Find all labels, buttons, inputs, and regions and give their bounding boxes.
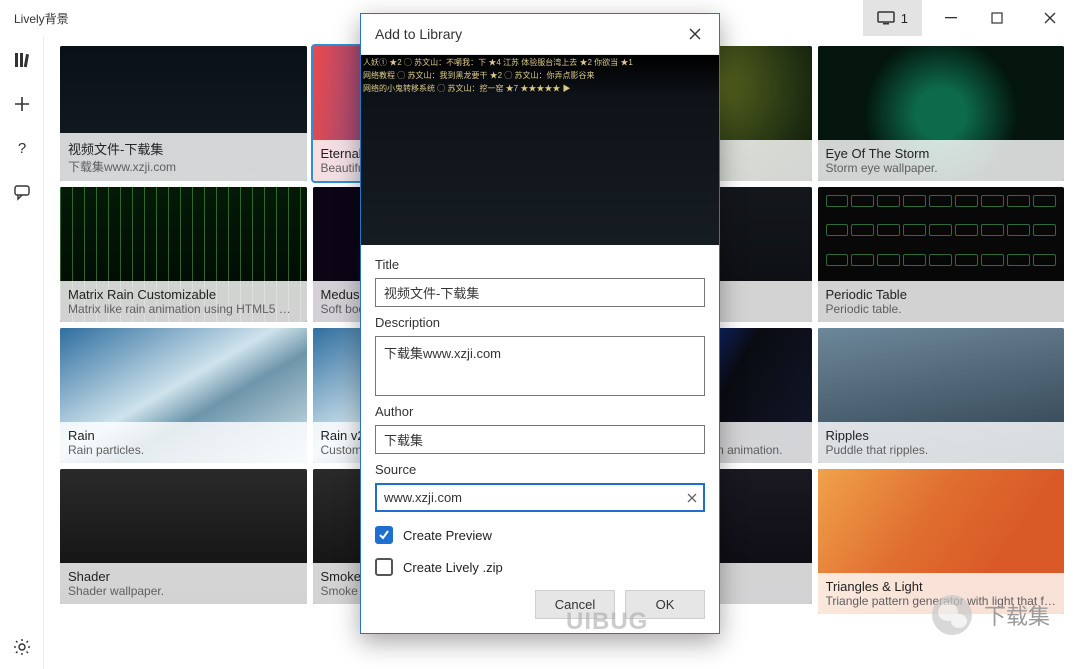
create-zip-checkbox[interactable]: Create Lively .zip	[375, 558, 705, 576]
dialog-body: Title Description Author Source Create P…	[361, 245, 719, 590]
gear-icon	[13, 638, 31, 656]
wallpaper-card[interactable]: ShaderShader wallpaper.	[60, 469, 307, 604]
sidebar-add[interactable]	[0, 82, 44, 126]
wallpaper-overlay: RipplesPuddle that ripples.	[818, 422, 1065, 463]
title-label: Title	[375, 257, 705, 272]
source-field[interactable]	[375, 483, 705, 512]
monitor-indicator[interactable]: 1	[863, 0, 922, 36]
description-label: Description	[375, 315, 705, 330]
wallpaper-overlay: Periodic TablePeriodic table.	[818, 281, 1065, 322]
close-icon	[689, 28, 701, 40]
wallpaper-card[interactable]: RainRain particles.	[60, 328, 307, 463]
wechat-icon	[932, 595, 972, 635]
sidebar-library[interactable]	[0, 38, 44, 82]
library-icon	[13, 51, 31, 69]
minimize-button[interactable]	[928, 0, 974, 36]
sidebar-settings[interactable]	[0, 625, 44, 669]
close-window-button[interactable]	[1020, 0, 1080, 36]
checkbox-icon	[375, 558, 393, 576]
sidebar: ?	[0, 36, 44, 669]
wallpaper-overlay: RainRain particles.	[60, 422, 307, 463]
title-field[interactable]	[375, 278, 705, 307]
wallpaper-title: Ripples	[826, 428, 1057, 443]
dialog-close-button[interactable]	[685, 24, 705, 44]
wallpaper-card[interactable]: Eye Of The StormStorm eye wallpaper.	[818, 46, 1065, 181]
monitor-icon	[877, 11, 895, 25]
wallpaper-title: Matrix Rain Customizable	[68, 287, 299, 302]
dialog-preview: 人妖① ★2 ◯ 苏文山：不嚼我：下 ★4 江苏 体验服台湾上去 ★2 你欲当 …	[361, 55, 719, 245]
wallpaper-card[interactable]: Matrix Rain CustomizableMatrix like rain…	[60, 187, 307, 322]
watermark-brand-label: 下载集	[984, 599, 1050, 631]
wallpaper-card[interactable]: Triangles & LightTriangle pattern genera…	[818, 469, 1065, 614]
wallpaper-subtitle: Matrix like rain animation using HTML5 C…	[68, 302, 299, 316]
plus-icon	[13, 95, 31, 113]
wallpaper-card[interactable]: 视频文件-下载集下载集www.xzji.com	[60, 46, 307, 181]
dialog-header: Add to Library	[361, 14, 719, 55]
help-icon: ?	[13, 139, 31, 157]
author-label: Author	[375, 404, 705, 419]
create-preview-label: Create Preview	[403, 528, 492, 543]
wallpaper-overlay: 视频文件-下载集下载集www.xzji.com	[60, 133, 307, 181]
watermark-debug: UIBUG	[566, 608, 648, 636]
wallpaper-subtitle: Rain particles.	[68, 443, 299, 457]
checkbox-icon	[375, 526, 393, 544]
wallpaper-title: Periodic Table	[826, 287, 1057, 302]
create-zip-label: Create Lively .zip	[403, 560, 503, 575]
dialog-footer: Cancel OK	[361, 590, 719, 633]
description-field[interactable]	[375, 336, 705, 396]
add-to-library-dialog: Add to Library 人妖① ★2 ◯ 苏文山：不嚼我：下 ★4 江苏 …	[360, 13, 720, 634]
wallpaper-title: Shader	[68, 569, 299, 584]
minimize-icon	[945, 12, 957, 24]
wallpaper-title: Triangles & Light	[826, 579, 1057, 594]
wallpaper-card[interactable]: RipplesPuddle that ripples.	[818, 328, 1065, 463]
wallpaper-card[interactable]: Periodic TablePeriodic table.	[818, 187, 1065, 322]
close-icon	[1044, 12, 1056, 24]
wallpaper-title: 视频文件-下载集	[68, 139, 299, 158]
create-preview-checkbox[interactable]: Create Preview	[375, 526, 705, 544]
wallpaper-overlay: ShaderShader wallpaper.	[60, 563, 307, 604]
dialog-title: Add to Library	[375, 26, 462, 42]
maximize-button[interactable]	[974, 0, 1020, 36]
maximize-icon	[991, 12, 1003, 24]
source-label: Source	[375, 462, 705, 477]
wallpaper-subtitle: Periodic table.	[826, 302, 1057, 316]
wallpaper-subtitle: Shader wallpaper.	[68, 584, 299, 598]
wallpaper-overlay: Matrix Rain CustomizableMatrix like rain…	[60, 281, 307, 322]
close-icon	[687, 493, 697, 503]
chat-icon	[13, 183, 31, 201]
svg-text:?: ?	[17, 140, 25, 157]
wallpaper-subtitle: Storm eye wallpaper.	[826, 161, 1057, 175]
wallpaper-overlay: Eye Of The StormStorm eye wallpaper.	[818, 140, 1065, 181]
watermark-brand: 下载集	[932, 595, 1050, 635]
wallpaper-subtitle: 下载集www.xzji.com	[68, 158, 299, 175]
sidebar-help[interactable]: ?	[0, 126, 44, 170]
clear-source-button[interactable]	[687, 493, 697, 503]
monitor-count: 1	[901, 11, 908, 26]
sidebar-feedback[interactable]	[0, 170, 44, 214]
checkmark-icon	[378, 529, 390, 541]
wallpaper-title: Eye Of The Storm	[826, 146, 1057, 161]
app-title: Lively背景	[14, 10, 69, 27]
wallpaper-subtitle: Puddle that ripples.	[826, 443, 1057, 457]
wallpaper-title: Rain	[68, 428, 299, 443]
author-field[interactable]	[375, 425, 705, 454]
